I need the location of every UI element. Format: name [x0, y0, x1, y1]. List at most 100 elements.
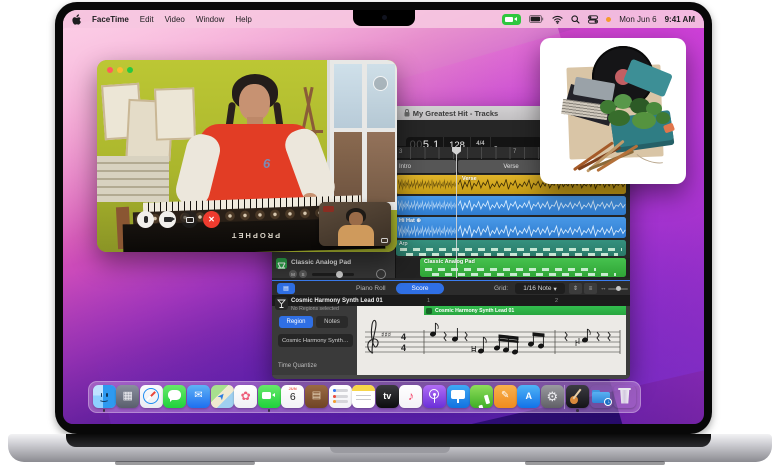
dock-item-mail[interactable]: ✉	[186, 384, 210, 411]
search-icon[interactable]	[571, 14, 580, 24]
downloads-icon: ↓	[590, 385, 613, 408]
pages-icon: ✎	[493, 384, 517, 408]
region-label: Classic Analog Pad	[424, 259, 475, 265]
tab-piano-roll[interactable]: Piano Roll	[356, 285, 386, 292]
photos-icon: ✿	[234, 384, 258, 408]
ruler-mark: 7	[513, 149, 517, 155]
dock-item-safari[interactable]	[139, 384, 163, 411]
dock-item-keynote[interactable]	[446, 384, 470, 411]
dock-item-finder[interactable]	[92, 384, 116, 412]
facetime-icon	[257, 384, 281, 408]
canvas-stack	[97, 156, 169, 202]
launchpad-icon: ▦	[116, 384, 140, 408]
dock-item-podcasts[interactable]	[422, 384, 446, 411]
minimize-button[interactable]	[117, 67, 123, 73]
dock-item-reminders[interactable]	[328, 384, 352, 411]
dock-item-pages[interactable]: ✎	[493, 384, 517, 411]
mail-icon: ✉	[186, 384, 210, 408]
mic-active-dot	[606, 16, 612, 22]
menu-video[interactable]: Video	[165, 15, 185, 24]
solo-button[interactable]: S	[299, 270, 307, 278]
midi-region-pad[interactable]: Classic Analog Pad	[420, 258, 626, 277]
fullscreen-button[interactable]	[373, 76, 388, 91]
dock-item-downloads[interactable]: ↓	[590, 384, 613, 411]
audio-region-drums[interactable]	[396, 196, 626, 215]
editor-toolbar: ▤ Piano Roll Score Grid: 1/16 Note ▾ ⇕ ≡ …	[272, 281, 630, 296]
editor-pane: ▤ Piano Roll Score Grid: 1/16 Note ▾ ⇕ ≡ …	[272, 280, 630, 379]
mic-button[interactable]	[137, 211, 154, 228]
dock-item-tv[interactable]: tv	[375, 384, 399, 411]
tab-region[interactable]: Region	[279, 316, 313, 328]
tab-score[interactable]: Score	[396, 283, 444, 294]
dock-item-settings[interactable]: ⚙	[540, 384, 564, 411]
lid-scoop	[330, 447, 450, 453]
zoom-v-button[interactable]: ⇕	[569, 283, 582, 294]
apple-menu-icon[interactable]	[72, 13, 81, 25]
running-indicator	[576, 409, 579, 412]
finder-icon	[92, 384, 116, 408]
midi-region-arp[interactable]: Arp	[396, 240, 626, 256]
dock-item-photos[interactable]: ✿	[234, 384, 258, 411]
running-indicator	[102, 409, 106, 412]
menu-help[interactable]: Help	[235, 15, 251, 24]
zoom-button[interactable]	[127, 67, 133, 73]
dock-item-facetime[interactable]	[257, 384, 281, 412]
tab-notes[interactable]: Notes	[316, 316, 348, 328]
patch-name-field[interactable]: Cosmic Harmony Synth…	[278, 334, 353, 347]
music-icon: ♪	[399, 384, 423, 408]
grid-select[interactable]: 1/16 Note ▾	[515, 283, 565, 294]
region-label: Arp	[399, 241, 408, 247]
dock-item-trash[interactable]	[613, 384, 636, 411]
contacts-icon: ▤	[304, 384, 328, 408]
chevron-down-icon: ▾	[553, 285, 557, 293]
editor-view-button[interactable]: ▤	[277, 283, 295, 294]
zoom-slider[interactable]	[608, 286, 628, 291]
score-region-header[interactable]: Cosmic Harmony Synth Lead 01	[424, 306, 626, 315]
menu-facetime[interactable]: FaceTime	[92, 15, 129, 24]
dock-item-numbers[interactable]	[470, 384, 494, 411]
dock-item-maps[interactable]: ➤	[210, 384, 234, 411]
dock-item-notes[interactable]	[352, 384, 376, 411]
mic-icon	[143, 216, 148, 223]
sweater-number: 6	[263, 156, 271, 171]
dock-item-calendar[interactable]: JUN 6	[281, 384, 305, 411]
window-title: My Greatest Hit - Tracks	[412, 108, 499, 118]
playhead[interactable]	[456, 147, 457, 278]
menu-time[interactable]: 9:41 AM	[665, 15, 695, 24]
audio-region-hihat[interactable]: Hi Hat ⊕	[396, 217, 626, 238]
notes-icon	[352, 384, 376, 408]
dock-item-music[interactable]: ♪	[399, 384, 423, 411]
dock-item-appstore[interactable]: A	[517, 384, 541, 411]
camera-active-indicator[interactable]	[502, 13, 522, 25]
dock: ▦ ✉ ➤ ✿ JUN 6 ▤ tv ♪ ✎ A ⚙ ↓	[88, 381, 641, 413]
tv-icon: tv	[375, 384, 399, 408]
dock-item-launchpad[interactable]: ▦	[116, 384, 140, 411]
reminders-icon	[328, 384, 352, 408]
keynote-icon	[446, 384, 470, 408]
close-button[interactable]	[107, 67, 113, 73]
pan-knob[interactable]	[376, 269, 386, 279]
menu-date[interactable]: Mon Jun 6	[619, 15, 656, 24]
end-call-button[interactable]: ✕	[203, 211, 220, 228]
arrangement-marker-intro[interactable]: Intro	[396, 160, 456, 173]
volume-slider[interactable]	[312, 271, 354, 278]
list-button[interactable]: ≡	[584, 283, 597, 294]
camera-button[interactable]	[159, 211, 176, 228]
pip-self-view[interactable]	[319, 202, 391, 246]
control-center-icon[interactable]	[588, 14, 599, 24]
dock-item-garageband[interactable]	[566, 384, 590, 412]
trash-icon	[613, 385, 636, 408]
time-quantize-label: Time Quantize	[278, 363, 317, 369]
messages-icon	[163, 384, 187, 408]
menu-window[interactable]: Window	[196, 15, 224, 24]
dock-item-contacts[interactable]: ▤	[304, 384, 328, 411]
score-sheet[interactable]: ♯♯♯ 4 4	[357, 306, 626, 375]
key-signature: ♯♯♯	[381, 331, 391, 339]
share-button[interactable]	[181, 211, 198, 228]
menu-edit[interactable]: Edit	[140, 15, 154, 24]
mute-button[interactable]: M	[289, 270, 297, 278]
wifi-icon[interactable]	[552, 15, 563, 24]
album-collage	[540, 38, 686, 184]
macbook-lid: My Greatest Hit - Tracks 005.1 BARBEAT 1…	[55, 2, 712, 434]
dock-item-messages[interactable]	[163, 384, 187, 411]
